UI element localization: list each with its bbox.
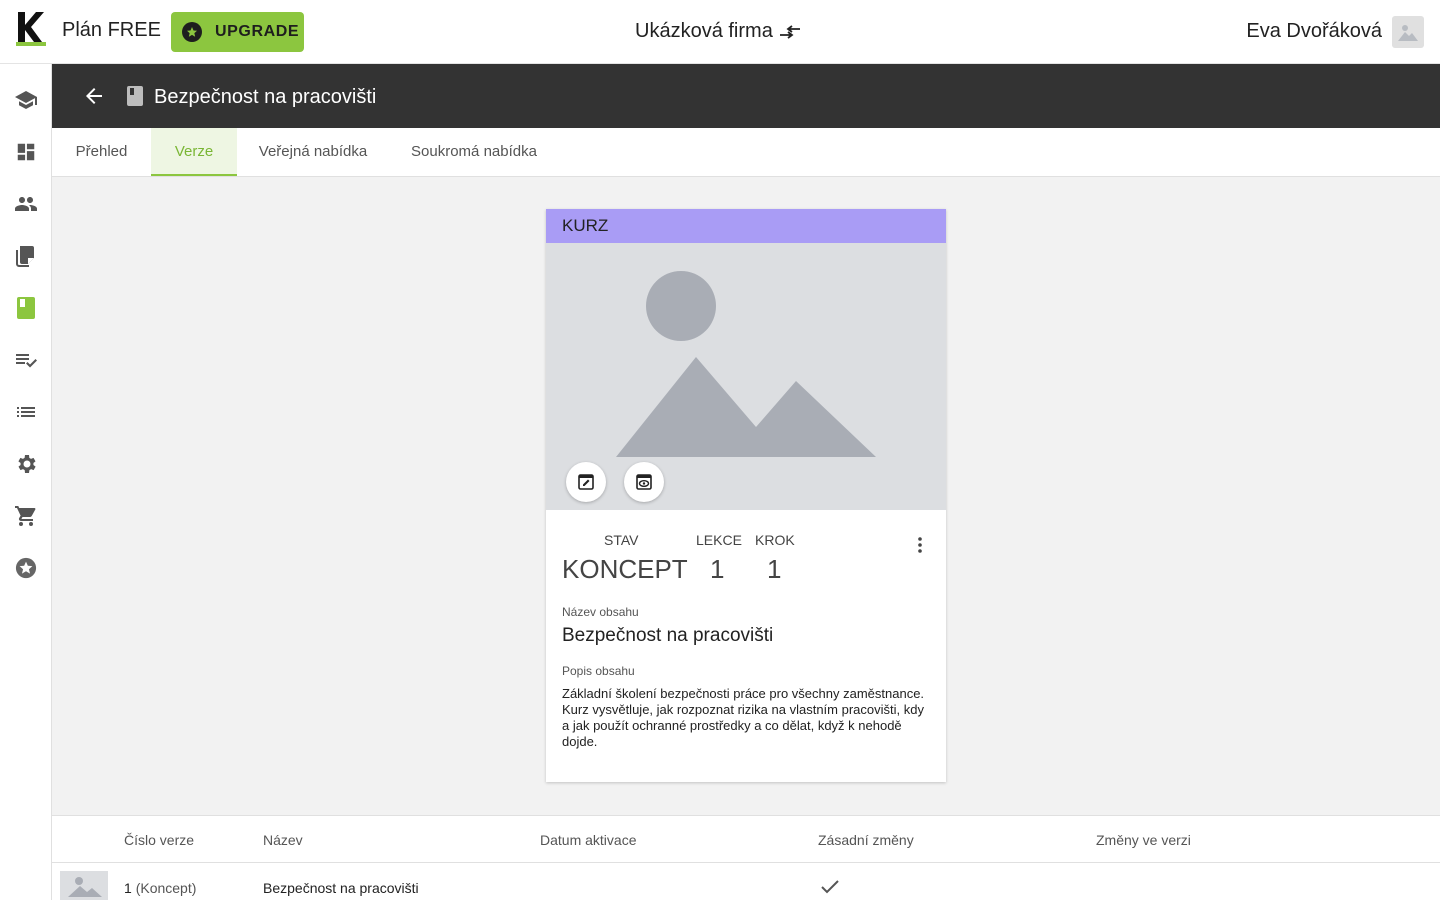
edit-window-icon [578,474,594,490]
page-title: Bezpečnost na pracovišti [154,86,377,108]
row-name: Bezpečnost na pracovišti [263,880,419,896]
sidebar-item-people[interactable] [0,182,52,226]
sidebar [0,64,52,900]
content-name-value: Bezpečnost na pracovišti [562,625,774,646]
logo-icon[interactable] [16,10,46,46]
sidebar-item-library[interactable] [0,234,52,278]
row-version-note: (Koncept) [135,880,197,896]
course-image-placeholder [546,243,946,510]
user-name[interactable]: Eva Dvořáková [1246,20,1382,43]
company-name: Ukázková firma [635,20,773,42]
steps-label: KROK [755,532,795,548]
image-placeholder-icon [68,877,102,897]
sidebar-item-settings[interactable] [0,442,52,486]
table-divider [52,862,1440,863]
content-name-label: Název obsahu [562,605,639,619]
sidebar-item-shop[interactable] [0,494,52,538]
more-vert-icon [918,537,922,553]
back-arrow-icon[interactable] [82,84,106,108]
top-bar: Plán FREE UPGRADE Ukázková firma Eva Dvo… [0,0,1440,64]
sidebar-item-courses[interactable] [0,78,52,122]
row-version: 1 (Koncept) [124,880,196,896]
upgrade-button[interactable]: UPGRADE [171,12,304,52]
course-card: KURZ STAV KONCEPT LEKCE 1 KROK 1 Název o… [546,209,946,782]
preview-button[interactable] [624,462,664,502]
row-thumbnail [60,871,108,900]
tab-overview[interactable]: Přehled [52,128,151,176]
steps-value: 1 [767,554,782,584]
plan-label: Plán FREE [62,19,161,41]
cart-icon [15,506,36,526]
swap-icon [779,24,800,39]
sidebar-item-dashboard[interactable] [0,130,52,174]
edit-button[interactable] [566,462,606,502]
dashboard-icon [17,143,35,161]
settings-icon [18,455,36,473]
people-icon [15,197,37,211]
star-icon [15,557,37,579]
column-header-version[interactable]: Číslo verze [124,832,194,848]
card-type-label: KURZ [546,209,946,243]
list-icon [17,407,35,417]
checklist-icon [16,354,37,368]
avatar[interactable] [1392,16,1424,48]
tab-bar: Přehled Verze Veřejná nabídka Soukromá n… [52,128,1440,177]
lessons-label: LEKCE [696,532,742,548]
sidebar-item-tasks[interactable] [0,338,52,382]
column-header-activation-date[interactable]: Datum aktivace [540,832,636,848]
content-description-value: Základní školení bezpečnosti práce pro v… [562,686,925,749]
image-placeholder-icon [616,271,876,457]
library-icon [16,246,34,267]
company-switcher[interactable]: Ukázková firma [635,20,801,43]
sidebar-item-premium[interactable] [0,546,52,590]
star-icon [182,22,202,42]
school-icon [15,91,37,109]
status-value: KONCEPT [562,554,688,584]
book-icon [127,86,143,106]
sidebar-item-list[interactable] [0,390,52,434]
image-placeholder-icon [1398,25,1418,41]
page-header: Bezpečnost na pracovišti [52,64,1440,128]
tab-versions[interactable]: Verze [151,128,237,176]
more-menu-button[interactable] [910,535,930,555]
upgrade-label: UPGRADE [215,23,300,40]
column-header-version-changes[interactable]: Změny ve verzi [1096,832,1191,848]
column-header-major-changes[interactable]: Zásadní změny [818,832,914,848]
tab-private-offer[interactable]: Soukromá nabídka [389,128,559,176]
sidebar-item-content[interactable] [0,286,52,330]
column-header-name[interactable]: Název [263,832,303,848]
lessons-value: 1 [710,554,725,584]
preview-window-icon [636,474,652,490]
book-icon [17,297,35,319]
status-label: STAV [604,532,639,548]
check-icon [821,880,839,894]
content-description-label: Popis obsahu [562,664,635,678]
tab-public-offer[interactable]: Veřejná nabídka [237,128,389,176]
versions-table: Číslo verze Název Datum aktivace Zásadní… [52,815,1440,900]
row-version-number: 1 [124,880,132,896]
